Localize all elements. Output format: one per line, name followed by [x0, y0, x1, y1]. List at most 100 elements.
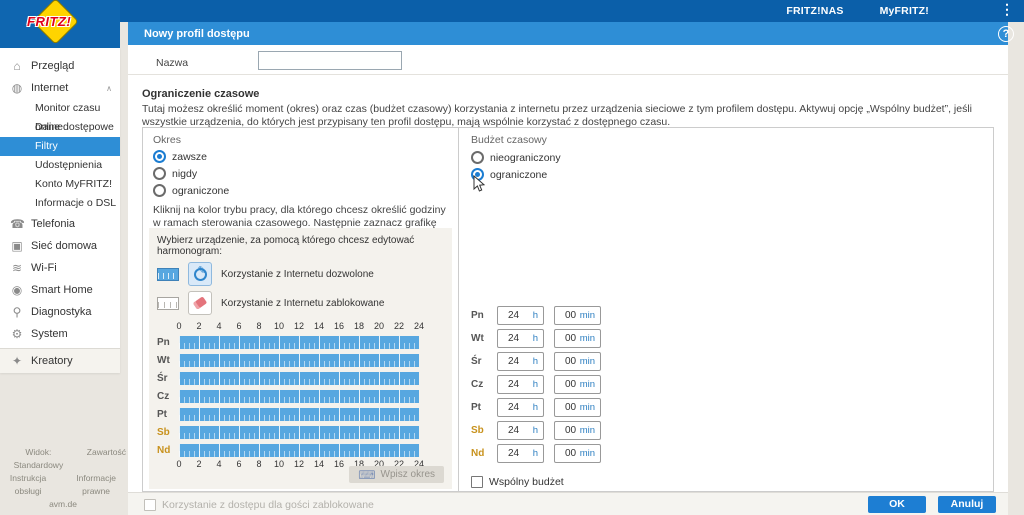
- schedule-bar-wt[interactable]: [179, 354, 419, 367]
- sidebar-item-label: Telefonia: [31, 218, 75, 230]
- kebab-menu-icon[interactable]: ⋮: [1000, 1, 1014, 18]
- name-input[interactable]: [258, 51, 402, 70]
- hour-tick-label: 20: [374, 321, 384, 331]
- day-label: Śr: [471, 356, 497, 367]
- sidebar-item-konto-myfritz[interactable]: Konto MyFRITZ!: [0, 175, 120, 194]
- dialog-titlebar: Nowy profil dostępu: [128, 22, 1008, 45]
- sidebar-item-kreatory[interactable]: ✦Kreatory: [0, 348, 120, 373]
- okres-option-ograniczone[interactable]: ograniczone: [153, 182, 448, 199]
- hour-tick-label: 16: [334, 321, 344, 331]
- hour-tick-label: 22: [394, 321, 404, 331]
- schedule-picker-label: Wybierz urządzenie, za pomocą którego ch…: [157, 235, 444, 257]
- schedule-bar-sb[interactable]: [179, 426, 419, 439]
- hour-tick-label: 8: [256, 321, 261, 331]
- day-label: Sb: [471, 425, 497, 436]
- shared-budget-checkbox[interactable]: [471, 476, 483, 488]
- ok-button[interactable]: OK: [868, 496, 926, 513]
- header-link-myfritz[interactable]: MyFRITZ!: [880, 5, 929, 17]
- schedule-bar-pt[interactable]: [179, 408, 419, 421]
- sidebar-item-siec-domowa[interactable]: ▣Sieć domowa: [0, 235, 120, 257]
- minutes-input[interactable]: 00min: [554, 375, 601, 394]
- hour-tick-label: 24: [414, 321, 424, 331]
- minutes-value: 00: [565, 333, 576, 344]
- sidebar-item-wi-fi[interactable]: ≋Wi-Fi: [0, 257, 120, 279]
- sidebar-item-system[interactable]: ⚙System: [0, 323, 120, 345]
- enter-period-button[interactable]: ⌨ Wpisz okres: [349, 466, 444, 483]
- hours-input[interactable]: 24h: [497, 306, 544, 325]
- hour-tick-label: 10: [274, 321, 284, 331]
- hour-tick-label: 16: [334, 459, 344, 469]
- sidebar-item-label: Wi-Fi: [31, 262, 57, 274]
- sidebar-item-smart-home[interactable]: ◉Smart Home: [0, 279, 120, 301]
- schedule-grid: 024681012141618202224 PnWtŚrCzPtSbNd 024…: [157, 321, 444, 471]
- minutes-unit: min: [580, 379, 595, 390]
- hours-input[interactable]: 24 h: [497, 329, 544, 348]
- hours-input[interactable]: 24h: [497, 375, 544, 394]
- day-label: Śr: [157, 373, 179, 384]
- sidebar-item-diagnostyka[interactable]: ⚲Diagnostyka: [0, 301, 120, 323]
- minutes-input[interactable]: 00min: [554, 306, 601, 325]
- schedule-day-row-pn: Pn: [157, 333, 444, 351]
- schedule-bar-nd[interactable]: [179, 444, 419, 457]
- schedule-bar-r[interactable]: [179, 372, 419, 385]
- schedule-day-row-wt: Wt: [157, 351, 444, 369]
- footer-link-widok-standardowy[interactable]: Widok: Standardowy: [0, 446, 77, 472]
- hours-unit: h: [533, 402, 538, 413]
- sidebar-item-informacje-o-dsl[interactable]: Informacje o DSL: [0, 194, 120, 213]
- sidebar-item-monitor-czasu-online[interactable]: Monitor czasu online: [0, 99, 120, 118]
- day-label: Pn: [157, 337, 179, 348]
- minutes-input[interactable]: 00min: [554, 421, 601, 440]
- sidebar-item-filtry[interactable]: Filtry: [0, 137, 120, 156]
- day-label: Cz: [471, 379, 497, 390]
- minutes-unit: min: [580, 333, 595, 344]
- sidebar-item-przeglad[interactable]: ⌂Przegląd: [0, 55, 120, 77]
- hours-value: 24: [508, 333, 519, 344]
- minutes-input[interactable]: 00min: [554, 352, 601, 371]
- footer-link-zawarto[interactable]: Zawartość: [87, 446, 126, 472]
- hours-input[interactable]: 24h: [497, 421, 544, 440]
- hours-unit: h: [533, 356, 538, 367]
- shared-budget-row[interactable]: Wspólny budżet: [471, 476, 564, 488]
- pen-tool-button[interactable]: [188, 262, 212, 286]
- page-title: Nowy profil dostępu: [144, 28, 250, 40]
- hours-unit: h: [533, 425, 538, 436]
- sidebar-item-udost-pnienia[interactable]: Udostępnienia: [0, 156, 120, 175]
- minutes-input[interactable]: 00min: [554, 398, 601, 417]
- schedule-days: PnWtŚrCzPtSbNd: [157, 333, 444, 459]
- schedule-bar-pn[interactable]: [179, 336, 419, 349]
- guest-access-checkbox[interactable]: [144, 499, 156, 511]
- budget-option-ograniczone[interactable]: ograniczone: [471, 166, 981, 183]
- radio-checked-icon: [153, 150, 166, 163]
- minutes-input[interactable]: 00 min: [554, 329, 601, 348]
- radio-label: nieograniczony: [490, 152, 561, 164]
- hours-input[interactable]: 24h: [497, 398, 544, 417]
- help-icon[interactable]: ?: [998, 26, 1014, 42]
- schedule-bar-cz[interactable]: [179, 390, 419, 403]
- hours-input[interactable]: 24h: [497, 444, 544, 463]
- radio-icon: [471, 151, 484, 164]
- minutes-input[interactable]: 00min: [554, 444, 601, 463]
- minutes-unit: min: [580, 310, 595, 321]
- sidebar-item-internet[interactable]: ◍Internet∧: [0, 77, 120, 99]
- okres-option-zawsze[interactable]: zawsze: [153, 148, 448, 165]
- brand-logo[interactable]: FRITZ!: [0, 0, 120, 48]
- okres-option-nigdy[interactable]: nigdy: [153, 165, 448, 182]
- footer-link-informacje-prawne[interactable]: Informacje prawne: [66, 472, 126, 498]
- sidebar-item-telefonia[interactable]: ☎Telefonia: [0, 213, 120, 235]
- hour-tick-label: 6: [236, 321, 241, 331]
- eraser-tool-button[interactable]: [188, 291, 212, 315]
- footer-link-instrukcja-obs-ugi[interactable]: Instrukcja obsługi: [0, 472, 56, 498]
- hours-unit: h: [533, 333, 538, 344]
- header-link-fritz-nas[interactable]: FRITZ!NAS: [786, 5, 843, 17]
- day-label: Nd: [471, 448, 497, 459]
- cancel-button[interactable]: Anuluj: [938, 496, 996, 513]
- budget-option-nieograniczony[interactable]: nieograniczony: [471, 149, 981, 166]
- sidebar-item-dane-dost-powe[interactable]: Dane dostępowe: [0, 118, 120, 137]
- day-label: Pt: [157, 409, 179, 420]
- hours-value: 24: [508, 356, 519, 367]
- hours-input[interactable]: 24 h: [497, 352, 544, 371]
- hour-tick-label: 2: [196, 321, 201, 331]
- guest-access-row[interactable]: Korzystanie z dostępu dla gości zablokow…: [144, 499, 374, 511]
- schedule-day-row-r: Śr: [157, 369, 444, 387]
- footer-link-avm-de[interactable]: avm.de: [49, 498, 77, 511]
